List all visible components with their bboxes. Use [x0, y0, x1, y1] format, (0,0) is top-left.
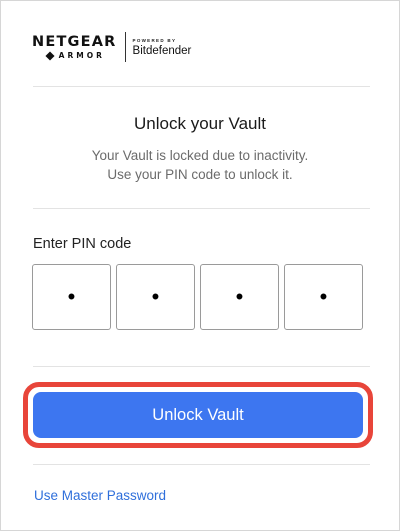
unlock-vault-button[interactable]: Unlock Vault — [33, 392, 363, 438]
unlock-button-highlight: Unlock Vault — [23, 382, 373, 448]
pin-digit-3[interactable]: • — [200, 264, 279, 330]
pin-label: Enter PIN code — [33, 236, 132, 252]
vault-locked-message: Your Vault is locked due to inactivity. … — [1, 146, 399, 184]
divider-middle — [33, 208, 370, 209]
pin-digit-2[interactable]: • — [116, 264, 195, 330]
netgear-logo-block: NETGEAR ARMOR — [32, 34, 117, 61]
armor-label: ARMOR — [58, 50, 105, 60]
pin-digit-4[interactable]: • — [284, 264, 363, 330]
pin-input-group: • • • • — [32, 264, 363, 330]
pin-digit-1[interactable]: • — [32, 264, 111, 330]
divider-top — [33, 86, 370, 87]
logo-separator — [124, 32, 126, 62]
powered-by-label: POWERED BY — [132, 37, 177, 43]
divider-bottom — [33, 464, 370, 465]
page-title: Unlock your Vault — [134, 114, 266, 133]
bitdefender-wordmark: Bitdefender — [132, 44, 192, 57]
use-master-password-link[interactable]: Use Master Password — [34, 488, 166, 503]
subtitle-line-1: Your Vault is locked due to inactivity. — [91, 148, 309, 163]
armor-wordmark: ARMOR — [44, 51, 105, 61]
netgear-armor-logo: NETGEAR ARMOR POWERED BY Bitdefender — [32, 29, 191, 65]
armor-diamond-icon — [45, 50, 55, 61]
netgear-wordmark: NETGEAR — [32, 33, 117, 50]
divider-lower — [33, 366, 370, 367]
vault-unlock-dialog: NETGEAR ARMOR POWERED BY Bitdefender Unl… — [0, 0, 400, 531]
bitdefender-logo-block: POWERED BY Bitdefender — [133, 37, 192, 58]
subtitle-line-2: Use your PIN code to unlock it. — [107, 167, 293, 182]
